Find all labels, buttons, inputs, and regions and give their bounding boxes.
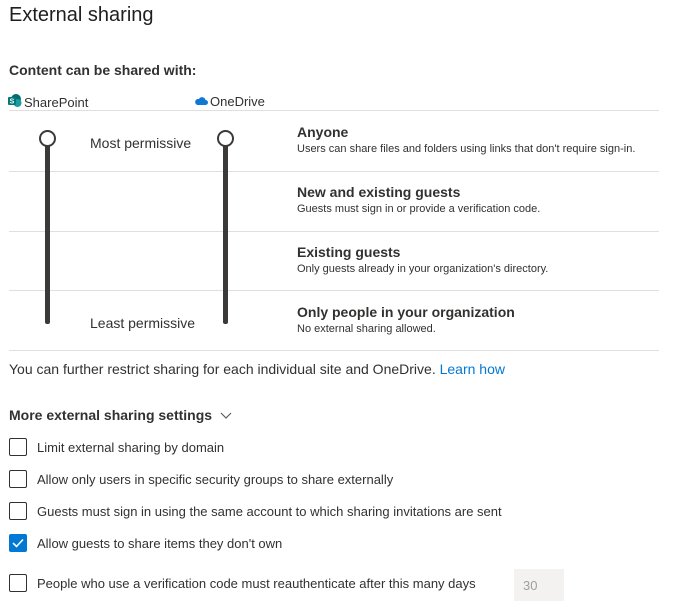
most-permissive-label: Most permissive (90, 135, 192, 151)
more-settings-heading: More external sharing settings (9, 407, 213, 423)
level-org-title: Only people in your organization (297, 304, 515, 320)
limit-domain-checkbox[interactable] (9, 438, 27, 456)
svg-text:S: S (10, 99, 15, 106)
level-org-desc: No external sharing allowed. (297, 323, 436, 335)
option-guests-share[interactable]: Allow guests to share items they don't o… (9, 534, 282, 552)
onedrive-label: OneDrive (210, 94, 265, 109)
sharepoint-icon: S (8, 94, 22, 111)
divider (9, 290, 659, 291)
guests-share-label: Allow guests to share items they don't o… (37, 535, 283, 551)
learn-how-link[interactable]: Learn how (440, 361, 505, 377)
reauthenticate-label: People who use a verification code must … (37, 575, 476, 591)
level-existing-desc: Only guests already in your organization… (297, 263, 549, 275)
option-reauthenticate[interactable]: People who use a verification code must … (9, 574, 476, 592)
least-permissive-label: Least permissive (90, 315, 196, 331)
level-guests-title: New and existing guests (297, 184, 461, 200)
security-groups-label: Allow only users in specific security gr… (37, 471, 394, 487)
same-account-label: Guests must sign in using the same accou… (37, 503, 502, 519)
divider (9, 231, 659, 232)
onedrive-slider-track[interactable] (223, 138, 228, 324)
level-anyone-title: Anyone (297, 124, 349, 140)
level-guests-desc: Guests must sign in or provide a verific… (297, 203, 541, 215)
guests-share-checkbox[interactable] (9, 534, 27, 552)
sharepoint-slider-track[interactable] (45, 138, 50, 324)
onedrive-label-group: OneDrive (194, 94, 265, 109)
divider (9, 350, 659, 351)
chevron-down-icon (220, 407, 232, 423)
limit-domain-label: Limit external sharing by domain (37, 439, 225, 455)
same-account-checkbox[interactable] (9, 502, 27, 520)
reauthenticate-days-input[interactable] (514, 569, 564, 601)
sharepoint-label-group: S SharePoint (8, 94, 88, 111)
option-security-groups[interactable]: Allow only users in specific security gr… (9, 470, 393, 488)
reauthenticate-checkbox[interactable] (9, 574, 27, 592)
divider (9, 171, 659, 172)
more-settings-toggle[interactable]: More external sharing settings (9, 407, 232, 423)
divider (9, 110, 659, 111)
level-anyone-desc: Users can share files and folders using … (297, 143, 636, 155)
page-title: External sharing (9, 4, 154, 26)
onedrive-slider-thumb[interactable] (217, 130, 234, 147)
restrict-note-text: You can further restrict sharing for eac… (9, 361, 436, 377)
onedrive-cloud-icon (194, 94, 208, 109)
sharepoint-label: SharePoint (24, 95, 89, 110)
option-limit-domain[interactable]: Limit external sharing by domain (9, 438, 224, 456)
sharing-heading: Content can be shared with: (9, 62, 197, 78)
restrict-note: You can further restrict sharing for eac… (9, 361, 505, 377)
sharepoint-slider-thumb[interactable] (39, 130, 56, 147)
level-existing-title: Existing guests (297, 244, 401, 260)
option-same-account[interactable]: Guests must sign in using the same accou… (9, 502, 502, 520)
checkmark-icon (12, 538, 24, 548)
security-groups-checkbox[interactable] (9, 470, 27, 488)
